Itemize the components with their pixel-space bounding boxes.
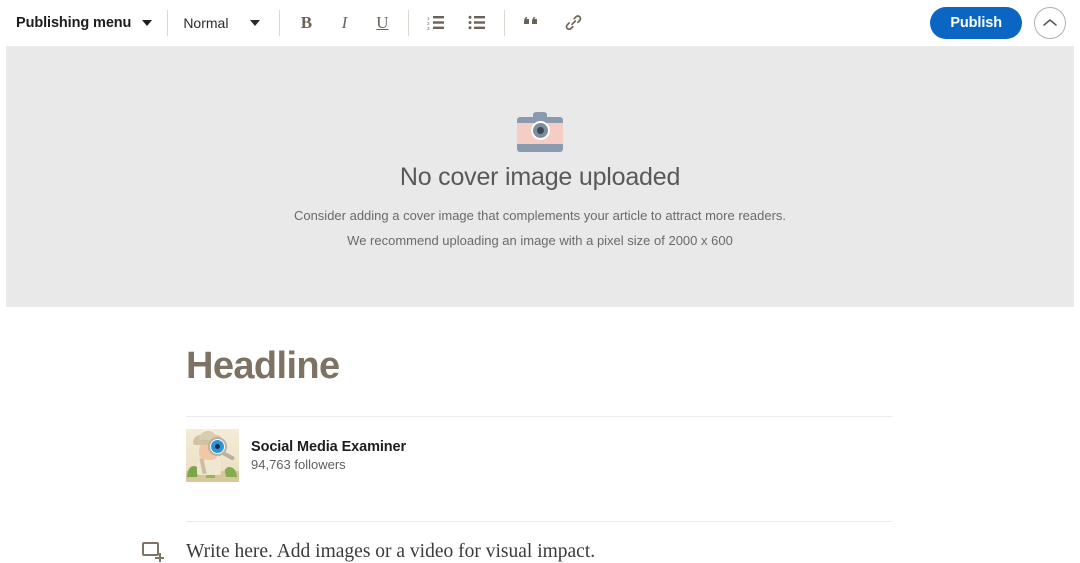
- text-format-group: B I U: [297, 12, 391, 34]
- chevron-up-icon: [1043, 19, 1057, 26]
- publishing-menu-label: Publishing menu: [16, 14, 132, 31]
- cover-subtitle: Consider adding a cover image that compl…: [294, 205, 786, 251]
- list-format-group: 1 2 3: [426, 13, 487, 33]
- toolbar-divider: [504, 9, 506, 36]
- avatar: [186, 428, 239, 482]
- toolbar-divider: [279, 9, 281, 36]
- italic-button[interactable]: I: [335, 12, 353, 34]
- underline-button[interactable]: U: [373, 12, 391, 34]
- headline-input[interactable]: Headline: [186, 340, 892, 388]
- ordered-list-icon[interactable]: 1 2 3: [426, 13, 446, 33]
- toolbar-divider: [167, 9, 169, 36]
- camera-icon: [517, 112, 563, 152]
- collapse-toolbar-button[interactable]: [1034, 6, 1066, 39]
- cover-image-dropzone[interactable]: No cover image uploaded Consider adding …: [6, 46, 1074, 307]
- link-icon[interactable]: [563, 13, 583, 33]
- toolbar-divider: [408, 9, 410, 36]
- author-followers: 94,763 followers: [251, 456, 346, 472]
- author-name: Social Media Examiner: [251, 438, 407, 455]
- cover-subtitle-line-2: We recommend uploading an image with a p…: [347, 233, 733, 248]
- cover-title: No cover image uploaded: [399, 163, 681, 191]
- insert-group: [522, 13, 583, 33]
- author-divider: [186, 520, 892, 522]
- unordered-list-icon[interactable]: [467, 13, 487, 33]
- chevron-down-icon: [250, 19, 261, 26]
- text-style-label: Normal: [183, 14, 229, 31]
- author-details: Social Media Examiner 94,763 followers: [251, 439, 406, 472]
- chevron-down-icon: [142, 19, 153, 26]
- cover-subtitle-line-1: Consider adding a cover image that compl…: [293, 208, 787, 223]
- blockquote-icon[interactable]: [522, 13, 542, 33]
- text-style-dropdown[interactable]: Normal: [183, 15, 262, 31]
- publishing-menu-button[interactable]: Publishing menu: [16, 14, 153, 31]
- publish-button[interactable]: Publish: [930, 6, 1022, 39]
- author-row: Social Media Examiner 94,763 followers: [186, 417, 892, 493]
- article-editor: Headline Social Media Examiner 94,763 fo…: [142, 340, 892, 563]
- article-body-input[interactable]: Write here. Add images or a video for vi…: [186, 541, 595, 563]
- add-content-block-icon[interactable]: [142, 541, 164, 563]
- article-body-row: Write here. Add images or a video for vi…: [142, 541, 892, 563]
- editor-toolbar: Publishing menu Normal B I U 1 2 3 Publi…: [0, 0, 1080, 45]
- svg-text:3: 3: [427, 26, 430, 30]
- bold-button[interactable]: B: [297, 12, 315, 34]
